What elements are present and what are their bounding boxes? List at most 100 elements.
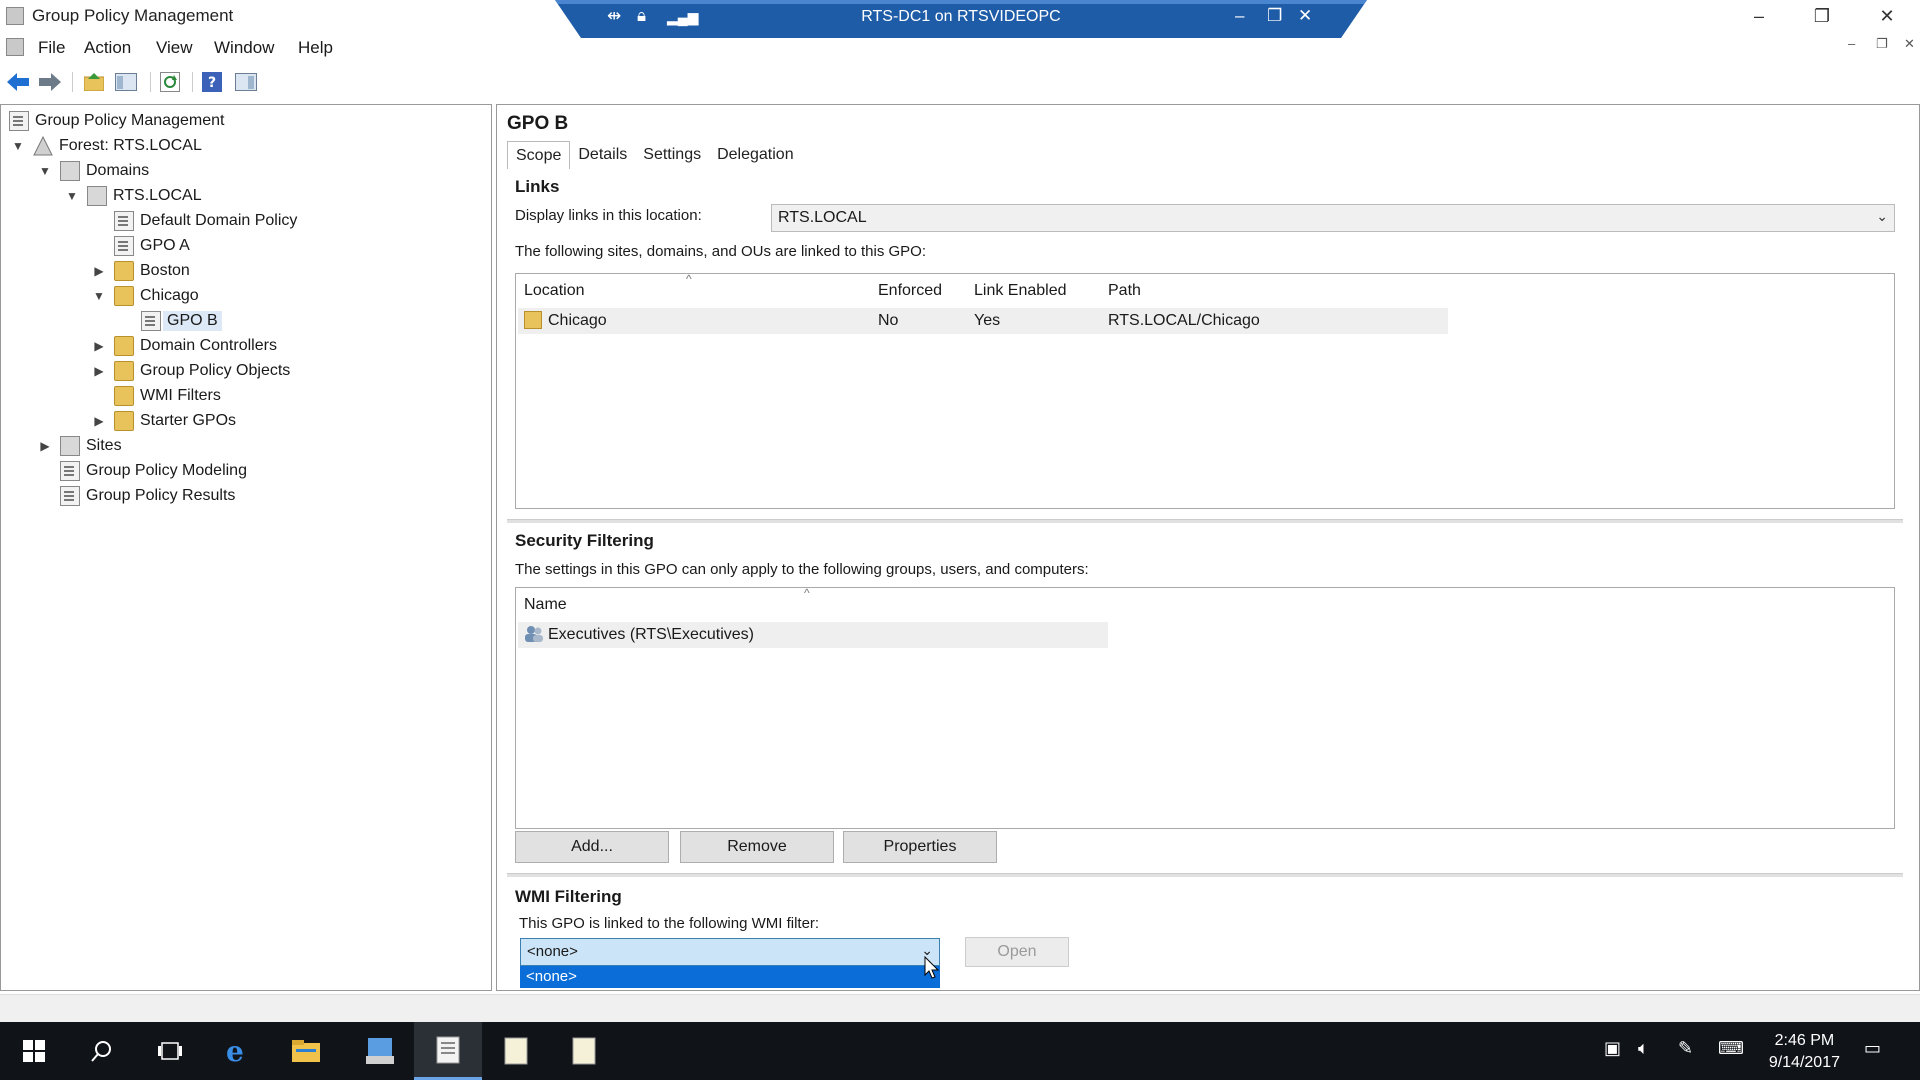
forest-icon [33, 135, 53, 156]
remote-close-icon[interactable]: ✕ [1298, 6, 1312, 26]
tree-node-domain[interactable]: ▼ RTS.LOCAL [65, 184, 202, 208]
remote-restore-icon[interactable]: ❐ [1267, 6, 1282, 26]
tree-node-starter-gpos[interactable]: ▶ Starter GPOs [92, 409, 236, 433]
tree-node-boston[interactable]: ▶ Boston [92, 259, 190, 283]
tree-node-root[interactable]: Group Policy Management [9, 109, 224, 133]
tree-node-sites[interactable]: ▶ Sites [38, 434, 122, 458]
back-icon[interactable] [6, 70, 30, 94]
pen-icon[interactable]: ✎ [1678, 1038, 1693, 1059]
menu-file[interactable]: File [38, 38, 65, 58]
menu-help[interactable]: Help [298, 38, 333, 58]
tree-node-domains[interactable]: ▼ Domains [38, 159, 149, 183]
close-button[interactable]: ✕ [1864, 0, 1910, 32]
chevron-down-icon[interactable]: ▼ [65, 189, 79, 203]
minimize-button[interactable]: – [1736, 0, 1782, 32]
menu-window[interactable]: Window [214, 38, 274, 58]
tree-label: GPO B [163, 311, 222, 331]
clock-time: 2:46 PM [1774, 1032, 1835, 1049]
menu-view[interactable]: View [156, 38, 193, 58]
gpo-link-icon [114, 236, 134, 256]
system-clock[interactable]: 2:46 PM 9/14/2017 [1769, 1030, 1840, 1074]
mouse-cursor-icon [924, 955, 940, 985]
restore-button[interactable]: ❐ [1799, 0, 1845, 32]
file-explorer-icon[interactable] [272, 1022, 340, 1080]
location-select[interactable]: RTS.LOCAL ⌄ [771, 204, 1895, 232]
menu-action[interactable]: Action [84, 38, 131, 58]
column-header-enforced[interactable]: Enforced [878, 282, 942, 300]
modeling-icon [60, 461, 80, 481]
tree-node-modeling[interactable]: Group Policy Modeling [60, 459, 247, 483]
tree-node-default-domain-policy[interactable]: Default Domain Policy [114, 209, 297, 233]
tab-details[interactable]: Details [570, 141, 635, 169]
tree-node-gpo-a[interactable]: GPO A [114, 234, 190, 258]
windows-start-icon[interactable] [0, 1022, 68, 1080]
ou-folder-icon [524, 311, 542, 329]
gpmc-taskbar-icon[interactable] [414, 1022, 482, 1080]
chevron-right-icon[interactable]: ▶ [38, 439, 52, 453]
security-description: The settings in this GPO can only apply … [515, 561, 1089, 578]
tree-node-forest[interactable]: ▼ Forest: RTS.LOCAL [11, 134, 202, 158]
security-list[interactable]: Name ^ Executives (RTS\Executives) [515, 586, 1895, 829]
tree-node-domain-controllers[interactable]: ▶ Domain Controllers [92, 334, 277, 358]
tab-delegation[interactable]: Delegation [709, 141, 802, 169]
chevron-right-icon[interactable]: ▶ [92, 264, 106, 278]
tab-scope[interactable]: Scope [507, 141, 571, 169]
section-divider [507, 873, 1903, 877]
volume-muted-icon[interactable]: 🔈︎ [1638, 1038, 1649, 1059]
table-row[interactable]: Chicago No Yes RTS.LOCAL/Chicago [518, 308, 1448, 334]
tree-label: Boston [140, 262, 190, 279]
results-icon [60, 486, 80, 506]
column-header-location[interactable]: Location [524, 282, 585, 300]
remote-session-title: RTS-DC1 on RTSVIDEOPC [861, 8, 1061, 25]
forward-icon[interactable] [38, 70, 62, 94]
column-header-link-enabled[interactable]: Link Enabled [974, 282, 1067, 300]
show-hide-tree-icon[interactable] [114, 70, 138, 94]
open-button[interactable]: Open [965, 937, 1069, 967]
tree-label: Group Policy Objects [140, 362, 291, 379]
tab-settings[interactable]: Settings [635, 141, 709, 169]
tree-node-gpo-b[interactable]: GPO B [141, 309, 222, 333]
links-list[interactable]: Location ^ Enforced Link Enabled Path Ch… [515, 272, 1895, 509]
properties-pane-icon[interactable] [234, 70, 258, 94]
chevron-down-icon[interactable]: ▼ [38, 164, 52, 178]
chevron-right-icon[interactable]: ▶ [92, 364, 106, 378]
remote-minimize-icon[interactable]: – [1235, 6, 1244, 26]
mdi-minimize-icon[interactable]: – [1848, 36, 1855, 51]
chevron-right-icon[interactable]: ▶ [92, 414, 106, 428]
group-icon [524, 625, 544, 643]
server-manager-icon[interactable] [346, 1022, 414, 1080]
task-view-icon[interactable] [136, 1022, 204, 1080]
console-icon[interactable] [6, 38, 24, 56]
mdi-close-icon[interactable]: ✕ [1904, 36, 1915, 52]
wmi-filter-select[interactable]: <none> ⌄ [520, 938, 940, 966]
properties-button[interactable]: Properties [843, 831, 997, 863]
tree-node-wmi-filters[interactable]: WMI Filters [114, 384, 221, 408]
tree-node-chicago[interactable]: ▼ Chicago [92, 284, 199, 308]
toolbar-separator [150, 72, 151, 92]
toolbar-separator [72, 72, 73, 92]
chevron-down-icon[interactable]: ▼ [11, 139, 25, 153]
chevron-down-icon[interactable]: ▼ [92, 289, 106, 303]
remove-button[interactable]: Remove [680, 831, 834, 863]
refresh-icon[interactable] [158, 70, 182, 94]
chevron-right-icon[interactable]: ▶ [92, 339, 106, 353]
wmi-filter-option[interactable]: <none> [520, 966, 940, 988]
search-icon[interactable] [68, 1022, 136, 1080]
help-icon[interactable]: ? [200, 70, 224, 94]
network-icon[interactable]: ▣ [1604, 1038, 1621, 1059]
mdi-restore-icon[interactable]: ❐ [1876, 36, 1888, 52]
column-header-path[interactable]: Path [1108, 282, 1141, 300]
edge-browser-icon[interactable]: e [204, 1022, 272, 1080]
add-button[interactable]: Add... [515, 831, 669, 863]
up-folder-icon[interactable] [82, 70, 106, 94]
cell-name: Executives (RTS\Executives) [548, 626, 754, 643]
tree-node-group-policy-objects[interactable]: ▶ Group Policy Objects [92, 359, 290, 383]
tree-node-results[interactable]: Group Policy Results [60, 484, 235, 508]
keyboard-icon[interactable]: ⌨ [1718, 1038, 1744, 1059]
action-center-icon[interactable]: ▭ [1864, 1038, 1881, 1059]
column-header-name[interactable]: Name [524, 596, 567, 614]
table-row[interactable]: Executives (RTS\Executives) [518, 622, 1108, 648]
wmi-filter-value: <none> [527, 943, 578, 960]
document-icon[interactable] [482, 1022, 550, 1080]
document-icon[interactable] [550, 1022, 618, 1080]
